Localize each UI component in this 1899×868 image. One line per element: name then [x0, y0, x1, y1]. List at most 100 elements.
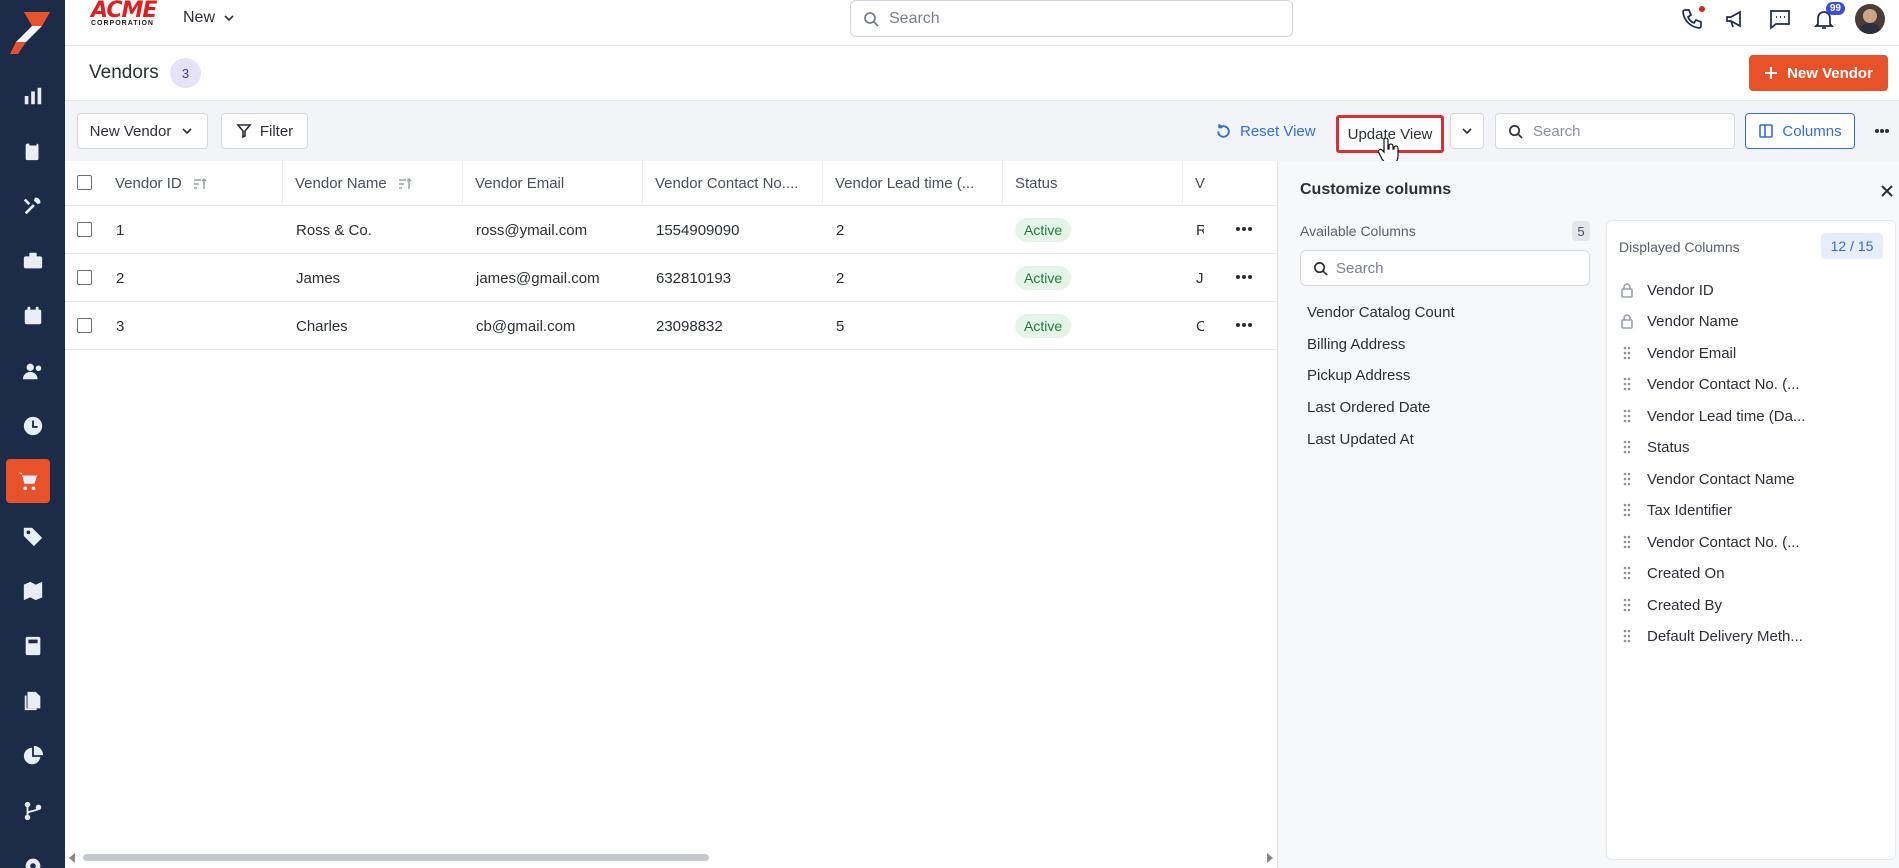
sidebar-item-documents[interactable]: [0, 679, 65, 723]
pie-chart-icon: [23, 745, 43, 765]
drag-handle-icon[interactable]: [1619, 502, 1635, 518]
select-all-checkbox[interactable]: [77, 175, 92, 190]
filter-button[interactable]: Filter: [221, 113, 308, 149]
drag-handle-icon[interactable]: [1619, 628, 1635, 644]
view-select-label: New Vendor: [89, 122, 172, 140]
column-header-vendor-contact-no[interactable]: Vendor Contact No....: [643, 161, 823, 206]
sidebar-item-map[interactable]: [0, 569, 65, 613]
cell-vendor-contact: 1554909090: [656, 221, 740, 239]
available-column-item[interactable]: Last Updated At: [1307, 431, 1414, 448]
drag-handle-icon[interactable]: [1619, 534, 1635, 550]
displayed-column-item[interactable]: Vendor Lead time (Da...: [1619, 405, 1805, 427]
displayed-column-label: Default Delivery Meth...: [1647, 627, 1803, 645]
row-checkbox[interactable]: [77, 270, 92, 285]
drag-handle-icon[interactable]: [1619, 376, 1635, 392]
reset-icon: [1217, 123, 1230, 138]
drag-handle-icon[interactable]: [1619, 565, 1635, 581]
briefcase-icon: [23, 252, 42, 269]
displayed-column-item[interactable]: Vendor Email: [1619, 342, 1736, 364]
row-actions-button[interactable]: [1232, 267, 1256, 287]
drag-handle-icon[interactable]: [1619, 345, 1635, 361]
new-vendor-label: New Vendor: [1787, 64, 1873, 82]
avatar[interactable]: [1855, 4, 1885, 34]
calculator-icon: [25, 636, 40, 656]
sidebar-item-pricebook[interactable]: [0, 514, 65, 558]
displayed-column-item[interactable]: Created On: [1619, 562, 1725, 584]
available-column-item[interactable]: Last Ordered Date: [1307, 399, 1430, 416]
reset-view-button[interactable]: Reset View: [1215, 113, 1316, 149]
scrollbar-thumb[interactable]: [83, 854, 709, 861]
sidebar-item-tasks[interactable]: [0, 129, 65, 173]
horizontal-scrollbar[interactable]: [65, 851, 1277, 863]
sort-icon[interactable]: [192, 176, 208, 192]
sidebar-item-calendar[interactable]: [0, 294, 65, 338]
table-search-input[interactable]: Search: [1495, 113, 1735, 149]
left-sidebar: [0, 0, 65, 868]
displayed-column-item[interactable]: Default Delivery Meth...: [1619, 625, 1803, 647]
sort-icon[interactable]: [397, 176, 413, 192]
columns-button[interactable]: Columns: [1745, 113, 1855, 149]
close-panel-button[interactable]: [1879, 183, 1895, 199]
drag-handle-icon[interactable]: [1619, 439, 1635, 455]
logo-icon[interactable]: [10, 8, 54, 56]
row-checkbox[interactable]: [77, 318, 92, 333]
scroll-left-arrow[interactable]: [69, 853, 75, 863]
row-actions-button[interactable]: [1232, 219, 1256, 239]
sidebar-item-timesheet[interactable]: [0, 404, 65, 448]
bell-icon[interactable]: 99: [1811, 2, 1845, 32]
available-column-item[interactable]: Billing Address: [1307, 336, 1405, 353]
cell-vendor-id: 2: [116, 269, 125, 287]
sidebar-item-settings[interactable]: [0, 844, 65, 868]
available-column-item[interactable]: Pickup Address: [1307, 367, 1410, 384]
column-header-label: Vendor Name: [295, 175, 387, 192]
cell-truncated: R: [1196, 221, 1204, 239]
displayed-column-item[interactable]: Vendor Contact Name: [1619, 468, 1795, 490]
drag-handle-icon[interactable]: [1619, 408, 1635, 424]
displayed-column-label: Created By: [1647, 596, 1723, 614]
toolbar: New Vendor Filter Reset View Update View…: [65, 101, 1899, 161]
available-columns-search[interactable]: Search: [1300, 250, 1590, 286]
sidebar-item-reports[interactable]: [0, 734, 65, 778]
table-row[interactable]: 3 Charles cb@gmail.com 23098832 5 Active…: [65, 302, 1277, 350]
row-checkbox[interactable]: [77, 222, 92, 237]
chat-icon[interactable]: [1767, 6, 1793, 32]
column-header-vendor-lead-time[interactable]: Vendor Lead time (...: [823, 161, 1003, 206]
sidebar-item-workflow[interactable]: [0, 789, 65, 833]
cell-vendor-contact: 23098832: [656, 317, 723, 335]
megaphone-icon[interactable]: [1723, 6, 1749, 32]
drag-handle-icon[interactable]: [1619, 597, 1635, 613]
table-row[interactable]: 1 Ross & Co. ross@ymail.com 1554909090 2…: [65, 206, 1277, 254]
column-header-vendor-name[interactable]: Vendor Name: [283, 161, 463, 206]
more-options-button[interactable]: [1865, 113, 1899, 149]
column-header-label: Vendor Email: [475, 175, 565, 192]
sidebar-item-tools[interactable]: [0, 184, 65, 228]
sidebar-item-purchasing[interactable]: [6, 459, 50, 503]
column-header-vendor-email[interactable]: Vendor Email: [463, 161, 643, 206]
brand-logo[interactable]: ACME CORPORATION: [91, 0, 163, 32]
column-header-status[interactable]: Status: [1003, 161, 1183, 206]
sidebar-item-dashboard[interactable]: [0, 74, 65, 118]
sidebar-item-customers[interactable]: [0, 349, 65, 393]
available-column-item[interactable]: Vendor Catalog Count: [1307, 304, 1455, 321]
drag-handle-icon[interactable]: [1619, 471, 1635, 487]
sidebar-item-estimates[interactable]: [0, 624, 65, 668]
phone-icon[interactable]: [1679, 6, 1705, 32]
column-header-truncated[interactable]: V: [1183, 161, 1219, 206]
global-search-input[interactable]: Search: [850, 0, 1293, 37]
table-row[interactable]: 2 James james@gmail.com 632810193 2 Acti…: [65, 254, 1277, 302]
new-vendor-button[interactable]: New Vendor: [1749, 55, 1888, 91]
new-menu[interactable]: New: [183, 9, 235, 27]
displayed-column-item[interactable]: Status: [1619, 436, 1690, 458]
displayed-column-item[interactable]: Created By: [1619, 594, 1722, 616]
column-header-vendor-id[interactable]: Vendor ID: [103, 161, 283, 206]
view-select[interactable]: New Vendor: [77, 113, 208, 149]
scroll-right-arrow[interactable]: [1267, 853, 1273, 863]
displayed-column-item[interactable]: Vendor Contact No. (...: [1619, 531, 1800, 553]
status-badge: Active: [1015, 266, 1072, 290]
column-header-label: V: [1195, 175, 1206, 192]
sidebar-item-jobs[interactable]: [0, 239, 65, 283]
row-actions-button[interactable]: [1232, 315, 1256, 335]
update-view-dropdown[interactable]: [1450, 113, 1484, 149]
displayed-column-item[interactable]: Tax Identifier: [1619, 499, 1732, 521]
displayed-column-item[interactable]: Vendor Contact No. (...: [1619, 373, 1800, 395]
